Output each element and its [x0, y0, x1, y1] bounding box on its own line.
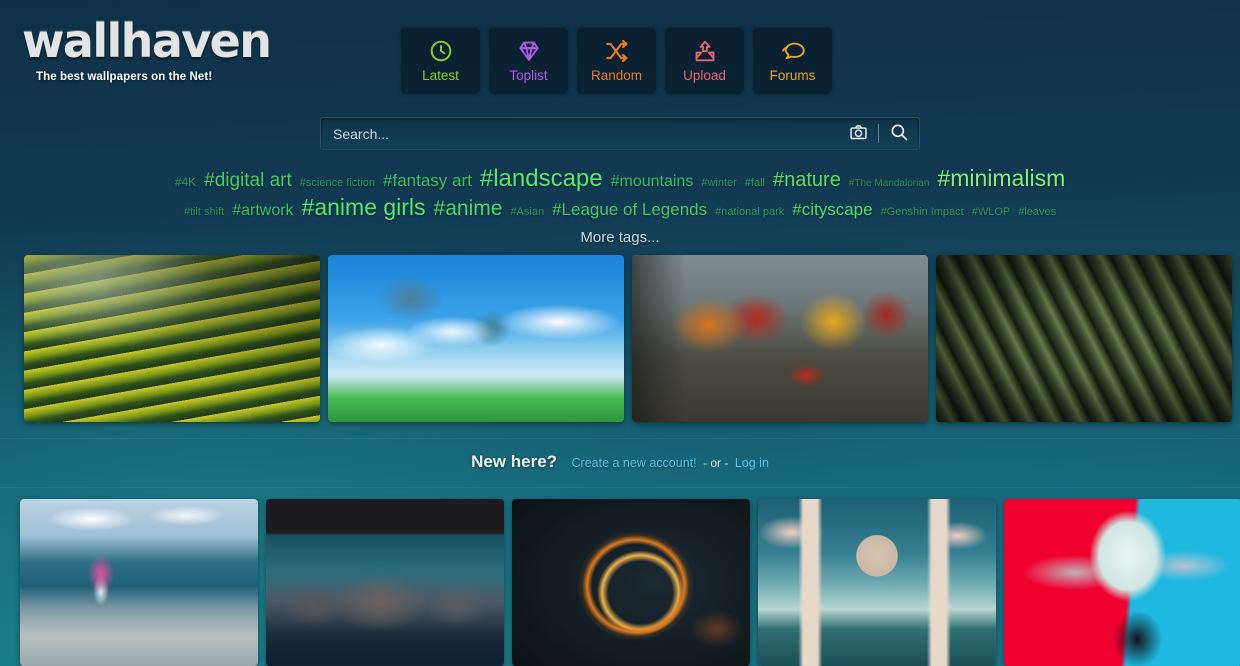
- new-here-label: New here?: [471, 452, 558, 471]
- tag-link[interactable]: #The Mandalorian: [849, 178, 930, 190]
- tag-link[interactable]: #WLOP: [972, 206, 1011, 219]
- nav-label-forums: Forums: [769, 68, 816, 83]
- logo-wordmark: wallhaven: [22, 14, 272, 68]
- tag-link[interactable]: #cityscape: [792, 200, 872, 219]
- tag-row: #tilt shift #artwork #anime girls #anime #As…: [0, 195, 1240, 221]
- tag-link[interactable]: #anime girls: [302, 195, 426, 220]
- night-mountains-wallpaper[interactable]: [266, 499, 504, 666]
- wallpaper-thumbnail-image: [758, 499, 996, 666]
- rice-terraces-wallpaper[interactable]: [24, 255, 320, 422]
- autumn-forest-wallpaper[interactable]: [632, 255, 928, 422]
- reverse-image-search-button[interactable]: [838, 118, 878, 149]
- section-divider: [0, 487, 1240, 488]
- shuffle-icon: [604, 38, 630, 64]
- comments-icon: [780, 38, 806, 64]
- tag-link[interactable]: #anime: [434, 197, 503, 221]
- tag-link[interactable]: #Genshin Impact: [881, 206, 964, 219]
- more-tags-link[interactable]: More tags...: [0, 229, 1240, 246]
- tag-link[interactable]: #4K: [175, 176, 196, 189]
- anime-sky-islands-wallpaper[interactable]: [328, 255, 624, 422]
- featured-wallpapers: [24, 255, 1232, 422]
- nav-label-random: Random: [590, 68, 643, 83]
- create-account-link[interactable]: Create a new account!: [572, 456, 697, 470]
- new-user-prompt: New here? Create a new account! - or - L…: [0, 452, 1240, 472]
- search-input[interactable]: [321, 118, 838, 149]
- nav-label-latest: Latest: [422, 68, 459, 83]
- magnifier-icon: [889, 122, 909, 145]
- logo-tagline: The best wallpapers on the Net!: [36, 71, 213, 83]
- nav-item-forums[interactable]: Forums: [753, 27, 832, 94]
- nav-label-toplist: Toplist: [509, 68, 548, 83]
- tag-link[interactable]: #landscape: [480, 166, 603, 192]
- login-link[interactable]: Log in: [735, 456, 769, 470]
- tag-link[interactable]: #fantasy art: [383, 171, 472, 190]
- wallpaper-thumbnail-image: [20, 499, 258, 666]
- latest-wallpapers: [20, 499, 1240, 666]
- nav-item-toplist[interactable]: Toplist: [489, 27, 568, 94]
- clock-icon: [428, 38, 454, 64]
- wallpaper-thumbnail-image: [266, 499, 504, 666]
- tag-row: #4K #digital art #science fiction #fantasy …: [0, 166, 1240, 192]
- tag-link[interactable]: #winter: [701, 177, 736, 190]
- tag-link[interactable]: #mountains: [611, 173, 694, 190]
- search-bar[interactable]: [320, 117, 920, 150]
- anime-beach-girl-wallpaper[interactable]: [20, 499, 258, 666]
- tag-cloud: #4K #digital art #science fiction #fantasy …: [0, 166, 1240, 246]
- scifi-arch-planet-wallpaper[interactable]: [758, 499, 996, 666]
- tag-link[interactable]: #League of Legends: [552, 200, 707, 219]
- site-logo[interactable]: wallhaven The best wallpapers on the Net…: [22, 18, 392, 83]
- scifi-orbital-ring-wallpaper[interactable]: [512, 499, 750, 666]
- tag-link[interactable]: #artwork: [232, 202, 293, 219]
- wallpaper-thumbnail-image: [328, 255, 624, 422]
- grass-blades-wallpaper[interactable]: [936, 255, 1232, 422]
- anime-girl-red-cyan-wallpaper[interactable]: [1004, 499, 1240, 666]
- tag-link[interactable]: #national park: [715, 206, 784, 219]
- site-header: wallhaven The best wallpapers on the Net…: [0, 0, 1240, 104]
- upload-icon: [692, 38, 718, 64]
- wallpaper-thumbnail-image: [936, 255, 1232, 422]
- main-nav: Latest Toplist Random Upload Forums: [401, 27, 832, 94]
- tag-link[interactable]: #science fiction: [300, 177, 375, 190]
- section-divider: [0, 438, 1240, 439]
- tag-link[interactable]: #leaves: [1018, 206, 1056, 219]
- tag-link[interactable]: #Asian: [510, 206, 544, 219]
- tag-link[interactable]: #tilt shift: [184, 206, 224, 219]
- tag-link[interactable]: #minimalism: [937, 166, 1065, 191]
- or-separator: - or -: [703, 456, 729, 470]
- nav-item-latest[interactable]: Latest: [401, 27, 480, 94]
- diamond-icon: [516, 38, 542, 64]
- wallpaper-thumbnail-image: [632, 255, 928, 422]
- wallpaper-thumbnail-image: [24, 255, 320, 422]
- nav-label-upload: Upload: [683, 68, 726, 83]
- tag-link[interactable]: #digital art: [204, 170, 292, 192]
- wallpaper-thumbnail-image: [512, 499, 750, 666]
- camera-icon: [849, 123, 868, 145]
- nav-item-random[interactable]: Random: [577, 27, 656, 94]
- wallhaven-homepage: wallhaven The best wallpapers on the Net…: [0, 0, 1240, 666]
- tag-link[interactable]: #fall: [745, 177, 765, 190]
- tag-link[interactable]: #nature: [773, 169, 841, 192]
- search-submit-button[interactable]: [879, 118, 919, 149]
- wallpaper-thumbnail-image: [1004, 499, 1240, 666]
- nav-item-upload[interactable]: Upload: [665, 27, 744, 94]
